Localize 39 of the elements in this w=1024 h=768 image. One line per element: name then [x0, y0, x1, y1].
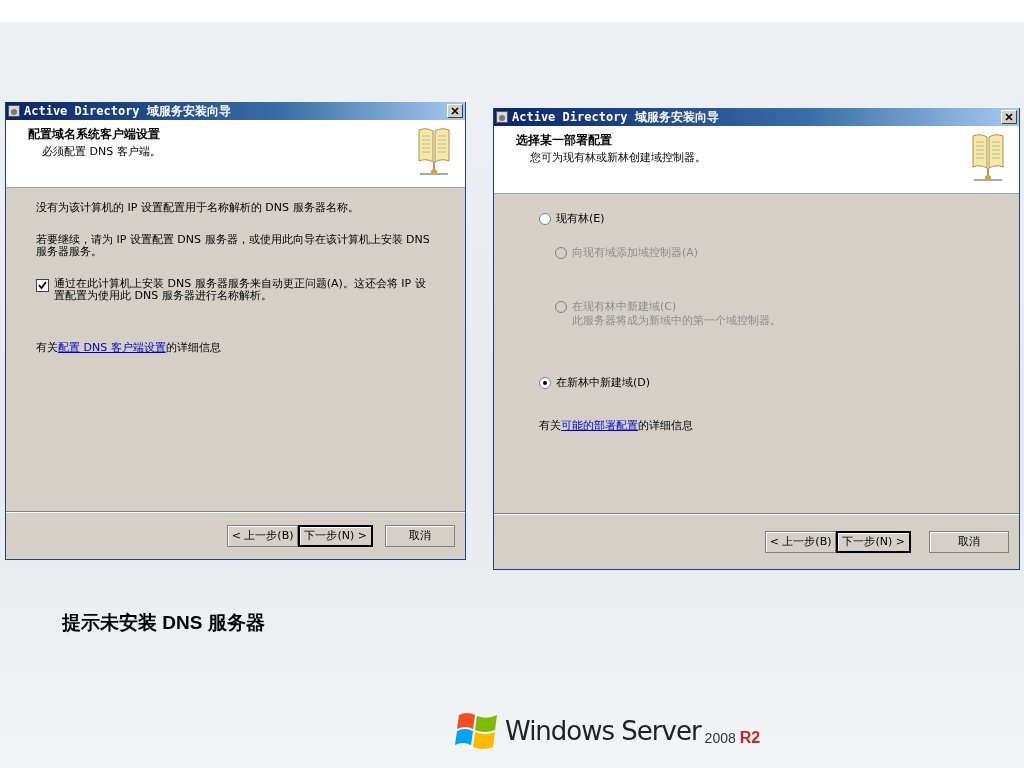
check-icon — [38, 281, 47, 290]
window-title: Active Directory 域服务安装向导 — [24, 102, 232, 120]
close-button[interactable] — [447, 104, 463, 118]
wizard-button[interactable]: 取消 — [385, 524, 455, 547]
checkbox[interactable] — [36, 279, 49, 292]
message-text: 没有为该计算机的 IP 设置配置用于名称解析的 DNS 服务器名称。 — [36, 202, 360, 214]
app-icon — [8, 105, 20, 117]
slide-caption: 提示未安装 DNS 服务器 — [62, 611, 266, 635]
wizard-button[interactable]: 下一步(N) > — [298, 524, 373, 547]
help-link[interactable]: 配置 DNS 客户端设置 — [58, 341, 166, 354]
wizard-button[interactable]: < 上一步(B) — [226, 524, 299, 547]
radio-button[interactable] — [539, 213, 551, 225]
close-icon — [451, 107, 459, 115]
radio-label: 在现有林中新建域(C) — [572, 300, 678, 314]
radio-label: 向现有域添加域控制器(A) — [572, 246, 699, 260]
checkbox-label: 通过在此计算机上安装 DNS 服务器服务来自动更正问题(A)。这还会将 IP 设置配置为使用此 DNS 服务器进行名称解析。 — [54, 278, 427, 302]
logo-edition: R2 — [739, 729, 761, 747]
close-button[interactable] — [1001, 110, 1017, 124]
page-subtitle: 必须配置 DNS 客户端。 — [41, 144, 161, 159]
radio-label: 现有林(E) — [556, 212, 605, 226]
window-title: Active Directory 域服务安装向导 — [512, 108, 720, 126]
help-text: 有关可能的部署配置的详细信息 — [539, 420, 694, 432]
wizard-button[interactable]: 取消 — [929, 530, 1009, 553]
book-icon — [417, 126, 451, 178]
wizard-button[interactable]: 下一步(N) > — [836, 530, 911, 553]
logo-year: 2008 — [704, 730, 736, 746]
book-icon — [971, 132, 1005, 184]
radio-button[interactable] — [539, 377, 551, 389]
close-icon — [1005, 113, 1013, 121]
page-title: 配置域名系统客户端设置 — [28, 126, 161, 143]
app-icon — [496, 111, 508, 123]
page-title: 选择某一部署配置 — [516, 132, 613, 149]
logo-wordmark: Windows Server — [505, 716, 701, 746]
wizard-button[interactable]: < 上一步(B) — [764, 530, 837, 553]
help-link[interactable]: 可能的部署配置 — [561, 419, 638, 432]
help-text: 有关配置 DNS 客户端设置的详细信息 — [36, 342, 222, 354]
message-text: 若要继续，请为 IP 设置配置 DNS 服务器，或使用此向导在该计算机上安装 DNS 服务器服务。 — [36, 234, 431, 258]
page-subtitle: 您可为现有林或新林创建域控制器。 — [529, 150, 706, 165]
radio-label: 在新林中新建域(D) — [556, 376, 651, 390]
